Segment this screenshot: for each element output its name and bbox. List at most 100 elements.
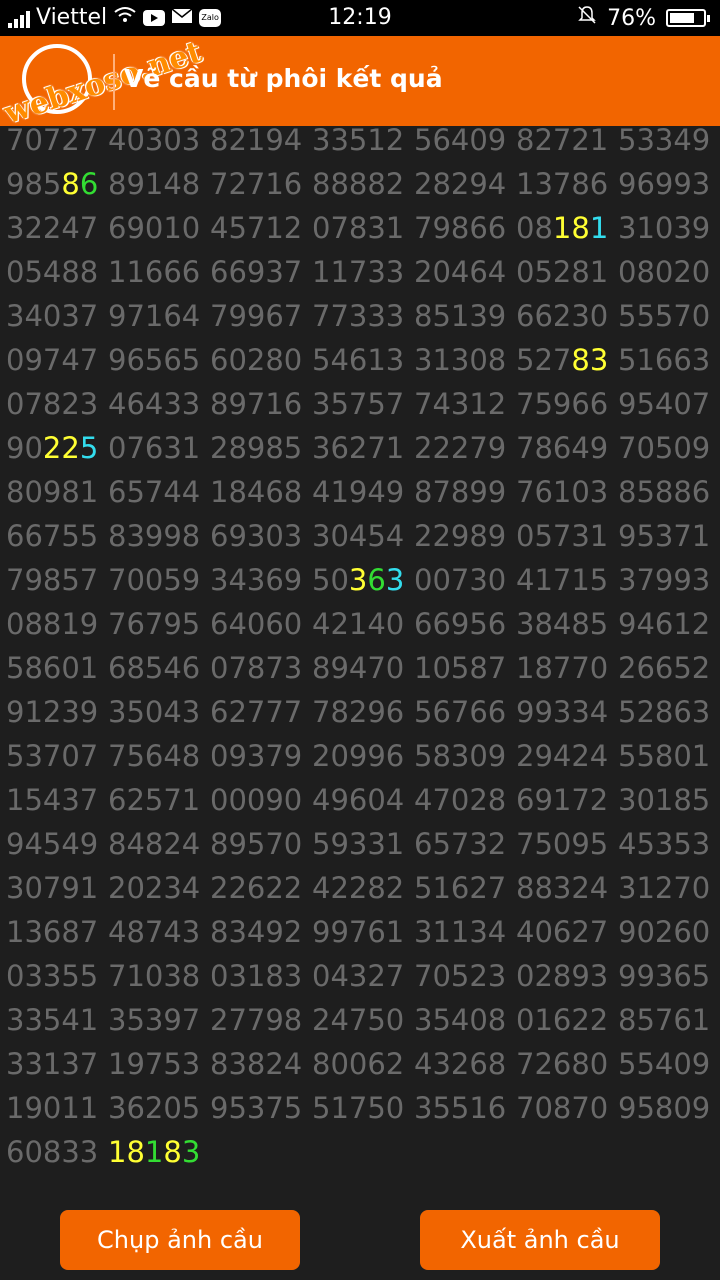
grid-cell: 27798 (210, 1003, 303, 1037)
grid-cell: 66956 (414, 607, 507, 641)
grid-cell: 85886 (618, 475, 711, 509)
grid-cell: 08020 (618, 255, 711, 289)
grid-row: 13687 48743 83492 99761 31134 40627 90260 (6, 910, 720, 954)
grid-digit: 1 (108, 1135, 127, 1169)
grid-cell: 76795 (108, 607, 201, 641)
battery-icon (666, 9, 710, 27)
grid-cell: 82194 (210, 123, 303, 157)
grid-cell: 00730 (414, 563, 507, 597)
grid-cell: 07873 (210, 651, 303, 685)
grid-cell: 88882 (312, 167, 405, 201)
grid-cell: 56766 (414, 695, 507, 729)
battery-percent: 76% (607, 5, 656, 31)
grid-cell: 91239 (6, 695, 99, 729)
grid-row: 05488 11666 66937 11733 20464 05281 08020 (6, 250, 720, 294)
grid-cell: 31308 (414, 343, 507, 377)
grid-cell: 64060 (210, 607, 303, 641)
grid-cell: 18468 (210, 475, 303, 509)
grid-cell: 45353 (618, 827, 711, 861)
grid-cell: 59331 (312, 827, 405, 861)
grid-cell: 13687 (6, 915, 99, 949)
grid-cell: 90225 (6, 426, 108, 470)
grid-cell: 69010 (108, 211, 201, 245)
grid-cell: 54613 (312, 343, 405, 377)
grid-cell: 15437 (6, 783, 99, 817)
grid-cell: 04327 (312, 959, 405, 993)
grid-cell: 07831 (312, 211, 405, 245)
grid-digit: 0 (330, 563, 349, 597)
grid-digit: 6 (367, 563, 386, 597)
grid-cell: 30454 (312, 519, 405, 553)
capture-button[interactable]: Chụp ảnh cầu (60, 1210, 300, 1270)
grid-cell: 78296 (312, 695, 405, 729)
grid-row: 19011 36205 95375 51750 35516 70870 95809 (6, 1086, 720, 1130)
grid-cell: 55409 (618, 1047, 711, 1081)
grid-cell: 69172 (516, 783, 609, 817)
grid-cell: 03183 (210, 959, 303, 993)
grid-cell: 66755 (6, 519, 99, 553)
grid-cell: 05281 (516, 255, 609, 289)
grid-cell: 51750 (312, 1091, 405, 1125)
grid-cell: 31039 (618, 211, 711, 245)
grid-cell: 90260 (618, 915, 711, 949)
grid-cell: 55801 (618, 739, 711, 773)
grid-digit: 5 (79, 431, 99, 465)
grid-digit: 5 (516, 343, 535, 377)
grid-cell: 40303 (108, 123, 201, 157)
grid-row: 32247 69010 45712 07831 79866 08181 31039 (6, 206, 720, 250)
grid-cell: 85761 (618, 1003, 711, 1037)
result-grid: 70727 40303 82194 33512 56409 82721 53349 98586… (6, 118, 720, 1174)
grid-cell: 95375 (210, 1091, 303, 1125)
grid-cell: 03355 (6, 959, 99, 993)
grid-row: 80981 65744 18468 41949 87899 76103 85886 (6, 470, 720, 514)
grid-cell: 85139 (414, 299, 507, 333)
grid-row: 90225 07631 28985 36271 22279 78649 70509 (6, 426, 720, 470)
grid-cell: 40627 (516, 915, 609, 949)
grid-cell: 96993 (618, 167, 711, 201)
grid-cell: 89470 (312, 651, 405, 685)
grid-cell: 42282 (312, 871, 405, 905)
grid-cell: 82721 (516, 123, 609, 157)
grid-row: 53707 75648 09379 20996 58309 29424 55801 (6, 734, 720, 778)
grid-cell: 35397 (108, 1003, 201, 1037)
grid-cell: 89716 (210, 387, 303, 421)
header-divider (113, 54, 115, 110)
export-button[interactable]: Xuất ảnh cầu (420, 1210, 660, 1270)
grid-digit: 5 (42, 167, 62, 201)
grid-row: 15437 62571 00090 49604 47028 69172 30185 (6, 778, 720, 822)
grid-cell: 77333 (312, 299, 405, 333)
grid-cell: 19011 (6, 1091, 99, 1125)
grid-digit: 8 (163, 1135, 182, 1169)
grid-cell: 87899 (414, 475, 507, 509)
grid-cell: 30185 (618, 783, 711, 817)
grid-cell: 05731 (516, 519, 609, 553)
grid-cell: 95407 (618, 387, 711, 421)
grid-cell: 20996 (312, 739, 405, 773)
grid-cell: 22989 (414, 519, 507, 553)
grid-cell: 43268 (414, 1047, 507, 1081)
grid-digit: 6 (79, 167, 99, 201)
grid-cell: 99761 (312, 915, 405, 949)
grid-cell: 68546 (108, 651, 201, 685)
grid-cell: 30791 (6, 871, 99, 905)
grid-cell: 65732 (414, 827, 507, 861)
grid-row: 91239 35043 62777 78296 56766 99334 52863 (6, 690, 720, 734)
grid-cell: 51663 (618, 343, 711, 377)
grid-cell: 95371 (618, 519, 711, 553)
grid-cell: 75095 (516, 827, 609, 861)
grid-cell: 98586 (6, 162, 108, 206)
grid-cell: 31134 (414, 915, 507, 949)
grid-cell: 70059 (108, 563, 201, 597)
grid-cell: 80981 (6, 475, 99, 509)
grid-cell: 49604 (312, 783, 405, 817)
grid-cell: 10587 (414, 651, 507, 685)
grid-row: 33541 35397 27798 24750 35408 01622 85761 (6, 998, 720, 1042)
grid-cell: 83824 (210, 1047, 303, 1081)
grid-cell: 58601 (6, 651, 99, 685)
grid-digit: 1 (589, 211, 609, 245)
grid-row: 94549 84824 89570 59331 65732 75095 45353 (6, 822, 720, 866)
grid-cell: 35043 (108, 695, 201, 729)
grid-cell: 95809 (618, 1091, 711, 1125)
grid-digit: 7 (552, 343, 572, 377)
grid-cell: 18183 (108, 1130, 210, 1174)
